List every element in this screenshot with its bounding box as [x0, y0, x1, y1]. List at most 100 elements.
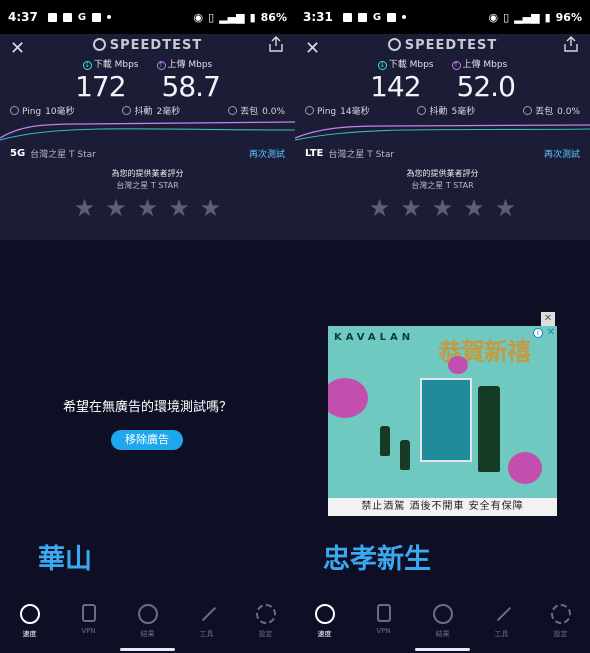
bottle-image: [400, 440, 410, 470]
ad-close-button[interactable]: ✕: [541, 312, 555, 326]
ping-icon: [10, 106, 19, 115]
gear-icon: [255, 604, 276, 624]
star-icon-3[interactable]: ★: [137, 196, 159, 220]
retest-button[interactable]: 再次測試: [544, 147, 580, 160]
gesture-bar[interactable]: [120, 648, 175, 651]
ad-info-icon[interactable]: i: [533, 328, 543, 338]
share-icon[interactable]: [269, 36, 283, 52]
check-icon: [432, 604, 453, 624]
nav-settings[interactable]: 設定: [531, 598, 590, 653]
nav-tools[interactable]: 工具: [472, 598, 531, 653]
star-icon-1[interactable]: ★: [369, 196, 391, 220]
remove-ads-button[interactable]: 移除廣告: [111, 430, 183, 450]
puzzle-icon: [387, 12, 397, 22]
download-value: 142: [370, 70, 421, 103]
system-icons: ◉ ▯ ▂▄▆ ▮ 96%: [489, 11, 582, 24]
star-icon-5[interactable]: ★: [495, 196, 517, 220]
brand-label: SPEEDTEST: [404, 38, 498, 53]
google-icon: G: [372, 11, 382, 23]
more-notifications-icon: [107, 15, 112, 19]
brand-label: SPEEDTEST: [109, 38, 203, 53]
download-icon: ↓: [377, 61, 387, 70]
gallery-icon: [342, 12, 352, 22]
battery-icon: ▮: [544, 10, 551, 24]
speed-values: 142 52.0: [295, 70, 590, 103]
nav-speed[interactable]: 速度: [0, 598, 59, 653]
left-screenshot: 4:37 G ◉ ▯ ▂▄▆ ▮ 86% ✕ SPEEDTEST ↓ 下載 Mbp…: [0, 0, 295, 653]
maps-icon: [357, 12, 367, 22]
packet-loss-stat: 丟包 0.0%: [228, 104, 285, 117]
nav-results[interactable]: 結果: [413, 598, 472, 653]
star-icon-3[interactable]: ★: [432, 196, 454, 220]
signal-icon: ▂▄▆: [219, 10, 245, 24]
wand-icon: [197, 604, 217, 624]
speedtest-header: ✕ SPEEDTEST ↓ 下載 Mbps ↑ 上傳 Mbps 172 58.7 P…: [0, 34, 295, 240]
speed-labels: ↓ 下載 Mbps ↑ 上傳 Mbps: [295, 57, 590, 70]
carrier-name: 台灣之星 T Star: [328, 150, 395, 160]
upload-value: 52.0: [456, 70, 516, 103]
ad-brand: KAVALAN: [334, 332, 415, 343]
star-icon-5[interactable]: ★: [200, 196, 222, 220]
system-icons: ◉ ▯ ▂▄▆ ▮ 86%: [194, 11, 287, 24]
lock-icon: [376, 604, 391, 622]
signal-icon: ▂▄▆: [514, 10, 540, 24]
gauge-icon: [92, 38, 106, 51]
packet-loss-stat: 丟包 0.0%: [523, 104, 580, 117]
advertisement-banner[interactable]: KAVALAN 恭賀新禧 i ✕ 禁止酒駕 酒後不開車 安全有保障: [328, 326, 557, 516]
notification-icons: G: [342, 11, 407, 23]
orchid-image: [448, 356, 468, 374]
location-caption: 華山: [38, 544, 92, 575]
speed-labels: ↓ 下載 Mbps ↑ 上傳 Mbps: [0, 57, 295, 70]
google-icon: G: [77, 11, 87, 23]
nav-speed[interactable]: 速度: [295, 598, 354, 653]
upload-icon: ↑: [156, 61, 166, 70]
bottom-nav: 速度 VPN 結果 工具 設定: [295, 598, 590, 653]
ping-stat: Ping 10毫秒: [10, 104, 75, 117]
vibrate-icon: ▯: [208, 10, 215, 24]
carrier-name: 台灣之星 T Star: [30, 150, 96, 160]
gear-icon: [550, 604, 571, 624]
star-icon-4[interactable]: ★: [463, 196, 485, 220]
bottle-image: [478, 386, 500, 472]
battery-level: 96%: [555, 10, 582, 24]
star-icon-1[interactable]: ★: [74, 196, 96, 220]
download-label: ↓ 下載 Mbps: [377, 60, 434, 70]
wand-icon: [492, 604, 512, 624]
jitter-stat: 抖動 5毫秒: [417, 104, 475, 117]
gesture-bar[interactable]: [415, 648, 470, 651]
nav-vpn[interactable]: VPN: [354, 598, 413, 653]
ad-footer: 禁止酒駕 酒後不開車 安全有保障: [328, 498, 557, 516]
star-icon-2[interactable]: ★: [105, 196, 127, 220]
ad-dismiss-icon[interactable]: ✕: [547, 327, 555, 338]
nav-tools[interactable]: 工具: [177, 598, 236, 653]
battery-level: 86%: [260, 10, 287, 24]
star-icon-4[interactable]: ★: [168, 196, 190, 220]
latency-stats: Ping 14毫秒 抖動 5毫秒 丟包 0.0%: [305, 104, 580, 117]
lock-icon: [81, 604, 96, 622]
nav-results[interactable]: 結果: [118, 598, 177, 653]
puzzle-icon: [92, 12, 102, 22]
upload-value: 58.7: [161, 70, 221, 103]
upload-label: ↑ 上傳 Mbps: [451, 60, 508, 70]
speed-icon: [314, 604, 335, 624]
battery-icon: ▮: [249, 10, 256, 24]
download-value: 172: [75, 70, 126, 103]
gift-box-image: [420, 378, 472, 462]
rate-carrier: 台灣之星 T STAR: [116, 181, 179, 190]
speed-graph: [295, 124, 590, 141]
packet-loss-icon: [523, 106, 533, 115]
star-icon-2[interactable]: ★: [400, 196, 422, 220]
nav-vpn[interactable]: VPN: [59, 598, 118, 653]
vibrate-icon: ▯: [503, 10, 510, 24]
nav-settings[interactable]: 設定: [236, 598, 295, 653]
speedtest-logo: SPEEDTEST: [295, 38, 590, 53]
speed-icon: [19, 604, 40, 624]
retest-button[interactable]: 再次測試: [249, 147, 285, 160]
status-bar: 4:37 G ◉ ▯ ▂▄▆ ▮ 86%: [0, 0, 295, 34]
share-icon[interactable]: [564, 36, 578, 52]
orchid-image: [508, 452, 542, 484]
rate-prompt: 為您的提供業者評分: [111, 169, 184, 178]
jitter-icon: [417, 106, 427, 115]
location-caption: 忠孝新生: [323, 544, 431, 575]
jitter-icon: [122, 106, 132, 115]
